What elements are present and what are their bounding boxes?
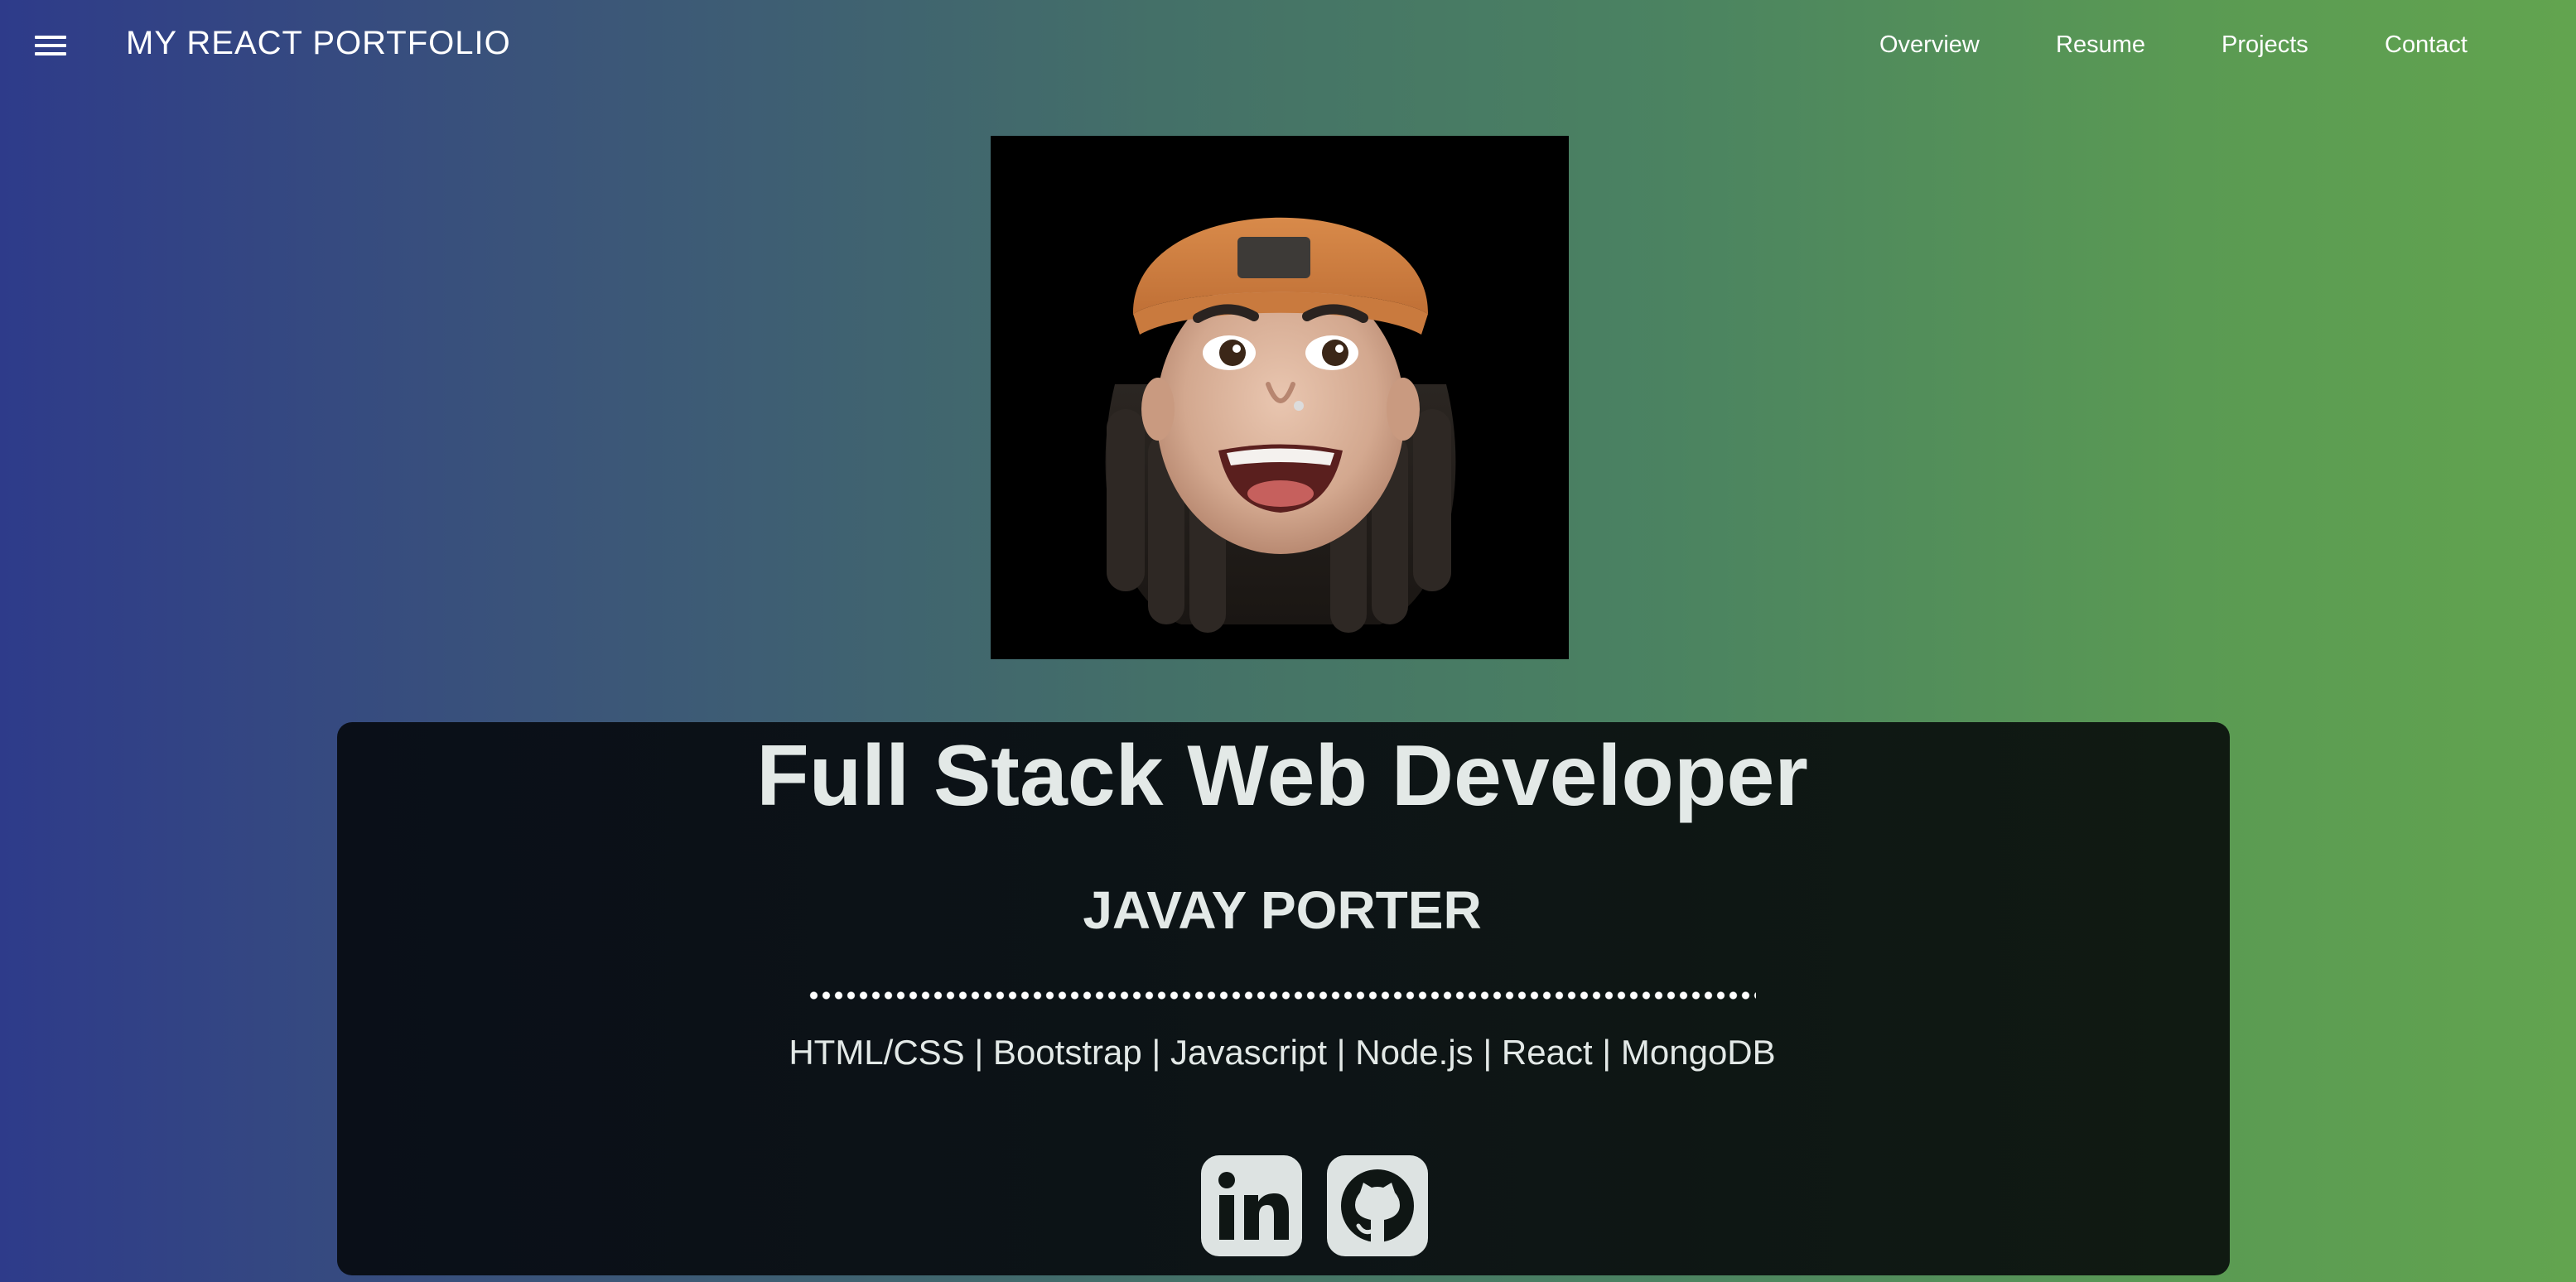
github-link[interactable]: [1327, 1155, 1428, 1256]
hamburger-menu-icon[interactable]: [35, 33, 68, 58]
memoji-avatar: [1105, 217, 1456, 633]
linkedin-icon: [1218, 1172, 1289, 1240]
github-icon: [1341, 1169, 1414, 1242]
nav-link-overview[interactable]: Overview: [1879, 31, 1980, 59]
nav-link-projects[interactable]: Projects: [2221, 31, 2308, 59]
developer-name: JAVAY PORTER: [1083, 880, 1482, 940]
profile-avatar: [991, 136, 1569, 659]
dotted-divider: [808, 990, 1756, 1001]
nav-link-resume[interactable]: Resume: [2056, 31, 2145, 59]
skills-list: HTML/CSS | Bootstrap | Javascript | Node…: [789, 1033, 1776, 1072]
linkedin-link[interactable]: [1201, 1155, 1302, 1256]
hero-title: Full Stack Web Developer: [756, 728, 1808, 824]
nav-link-contact[interactable]: Contact: [2385, 31, 2467, 59]
top-navbar: MY REACT PORTFOLIO Overview Resume Proje…: [0, 0, 2576, 91]
site-brand[interactable]: MY REACT PORTFOLIO: [126, 25, 511, 62]
